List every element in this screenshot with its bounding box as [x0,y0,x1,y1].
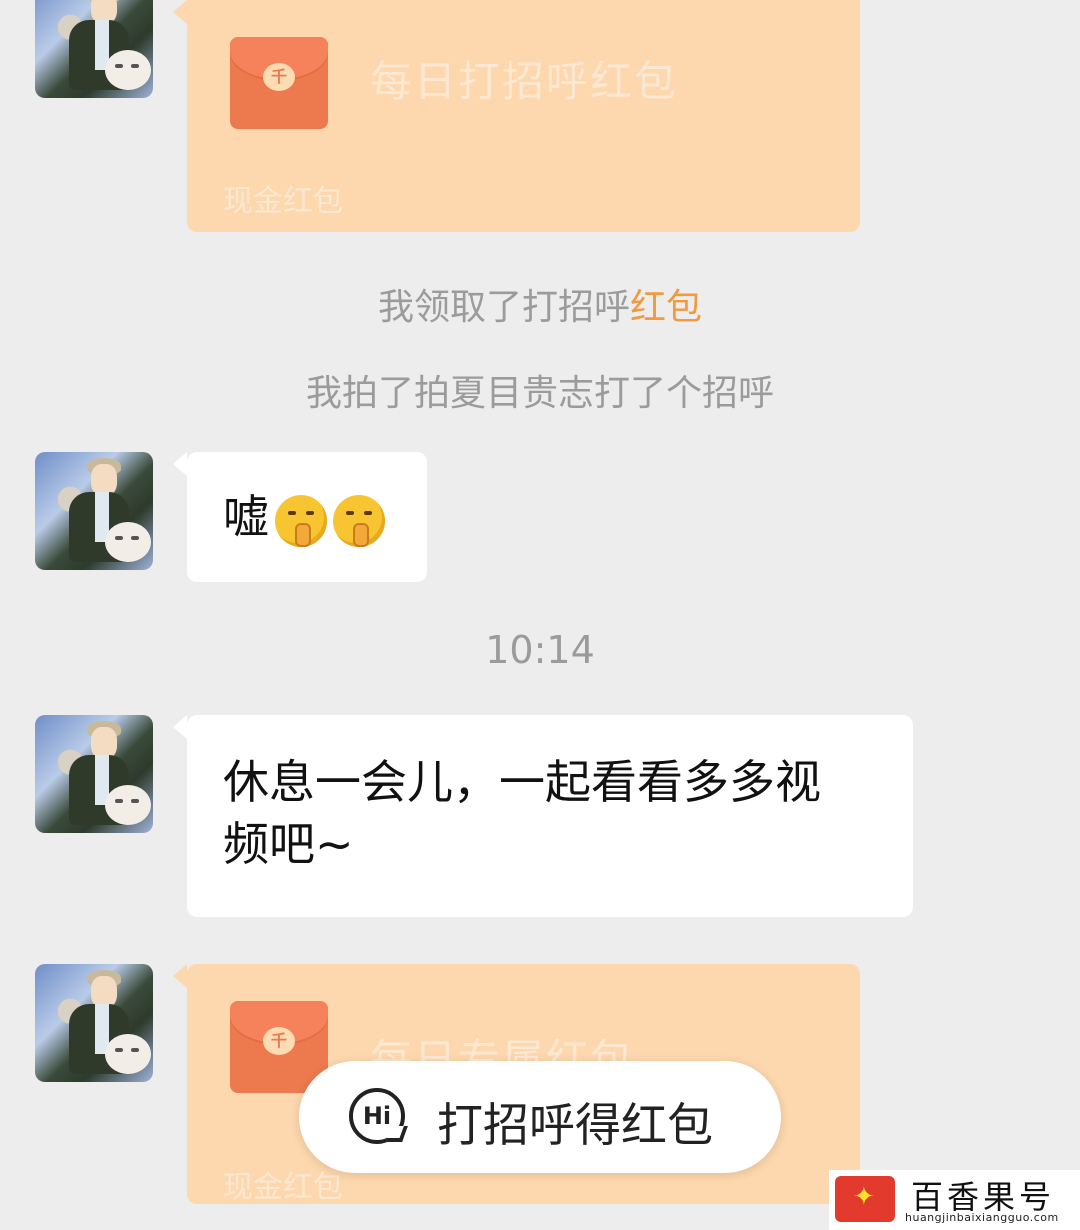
shush-emoji [333,494,385,547]
greet-for-red-packet-button[interactable]: Hi 打招呼得红包 [299,1061,781,1173]
red-envelope-icon: 千 [230,37,328,129]
avatar[interactable] [35,715,153,833]
greet-button-label: 打招呼得红包 [437,1098,713,1152]
timestamp: 10:14 [485,628,595,672]
message-bubble[interactable]: 休息一会儿，一起看看多多视 频吧~ [173,715,913,917]
logo-icon [835,1176,895,1222]
hi-chat-icon: Hi [349,1088,405,1144]
red-packet-card[interactable]: .rp1::before{top:24px;} 千 每日打招呼红包 现金红包 [173,0,860,232]
watermark: 百香果号 huangjinbaixiangguo.com [829,1170,1080,1230]
watermark-url: huangjinbaixiangguo.com [905,1211,1059,1224]
avatar[interactable] [35,964,153,1082]
system-message-pat: 我拍了拍夏目贵志打了个招呼 [305,373,774,414]
avatar[interactable] [35,452,153,570]
red-packet-title: 每日打招呼红包 [370,57,679,106]
red-packet-link[interactable]: 红包 [630,287,702,328]
shush-emoji [275,494,327,547]
message-text: 休息一会儿，一起看看多多视 频吧~ [223,755,821,871]
message-bubble[interactable]: 嘘 [173,452,427,582]
system-message: 我领取了打招呼红包 [377,287,703,328]
red-packet-subtitle: 现金红包 [223,184,343,219]
avatar[interactable] [35,0,153,98]
message-text: 嘘 [223,486,385,548]
red-packet-subtitle: 现金红包 [223,1170,343,1205]
